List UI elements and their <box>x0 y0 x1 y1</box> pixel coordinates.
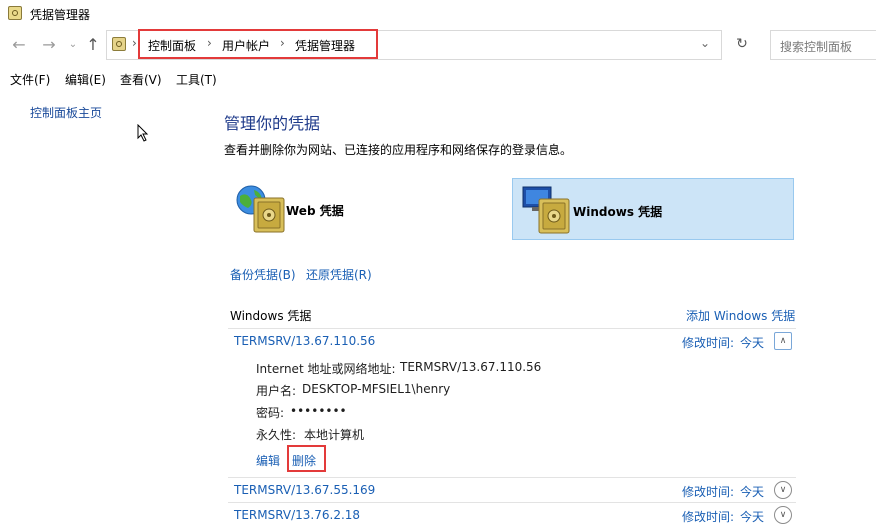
address-value: TERMSRV/13.67.110.56 <box>400 360 542 374</box>
edit-credential-link[interactable]: 编辑 <box>256 452 280 469</box>
restore-credentials-link[interactable]: 还原凭据(R) <box>306 266 372 283</box>
breadcrumb-separator: › <box>207 36 212 50</box>
divider <box>228 477 796 478</box>
username-value: DESKTOP-MFSIEL1\henry <box>302 382 451 396</box>
modified-label: 修改时间: <box>682 336 735 350</box>
expand-chevron-down-icon[interactable]: ∨ <box>774 506 792 524</box>
section-title: Windows 凭据 <box>230 309 312 323</box>
back-arrow-icon[interactable]: ← <box>10 36 28 54</box>
credential-name: TERMSRV/13.76.2.18 <box>234 508 361 522</box>
refresh-icon[interactable]: ↻ <box>730 30 754 58</box>
breadcrumb-separator: › <box>280 36 285 50</box>
collapse-chevron-up-icon[interactable]: ∧ <box>774 332 792 350</box>
breadcrumb-user-accounts[interactable]: 用户帐户 <box>222 37 270 54</box>
menu-view[interactable]: 查看(V) <box>120 71 162 88</box>
expand-chevron-down-icon[interactable]: ∨ <box>774 481 792 499</box>
up-arrow-icon[interactable]: ↑ <box>84 36 102 54</box>
page-description: 查看并删除你为网站、已连接的应用程序和网络保存的登录信息。 <box>224 143 573 157</box>
control-panel-home-link[interactable]: 控制面板主页 <box>30 104 102 121</box>
password-label: 密码: <box>256 406 285 420</box>
windows-credentials-label: Windows 凭据 <box>573 205 663 219</box>
control-panel-icon <box>112 37 126 51</box>
modified-value: 今天 <box>740 510 765 524</box>
credential-name: TERMSRV/13.67.110.56 <box>234 334 376 348</box>
credential-entry-header[interactable]: TERMSRV/13.67.110.56 修改时间: 今天 ∧ <box>228 330 796 350</box>
modified-label: 修改时间: <box>682 510 735 524</box>
windows-credentials-tile[interactable]: Windows 凭据 <box>512 178 794 240</box>
menu-file[interactable]: 文件(F) <box>10 71 50 88</box>
add-windows-credential-link[interactable]: 添加 Windows 凭据 <box>686 307 795 324</box>
divider <box>228 328 796 329</box>
credential-entry-header[interactable]: TERMSRV/13.76.2.18 修改时间: 今天 ∨ <box>228 504 796 526</box>
modified-value: 今天 <box>740 485 765 499</box>
credential-name: TERMSRV/13.67.55.169 <box>234 483 376 497</box>
monitor-vault-icon <box>522 186 570 234</box>
chevron-down-icon[interactable]: ⌄ <box>64 36 82 54</box>
search-input[interactable]: 搜索控制面板 <box>770 30 876 60</box>
page-title: 管理你的凭据 <box>224 114 321 133</box>
breadcrumb-control-panel[interactable]: 控制面板 <box>148 37 196 54</box>
username-label: 用户名: <box>256 384 297 398</box>
persistence-value: 本地计算机 <box>304 428 365 442</box>
delete-credential-link[interactable]: 删除 <box>292 452 316 469</box>
window-title: 凭据管理器 <box>30 8 91 22</box>
credential-manager-icon <box>8 6 22 20</box>
breadcrumb-separator: › <box>132 36 137 50</box>
forward-arrow-icon[interactable]: → <box>40 36 58 54</box>
mouse-cursor-icon <box>137 124 149 142</box>
modified-value: 今天 <box>740 336 765 350</box>
web-credentials-label: Web 凭据 <box>286 204 344 218</box>
modified-label: 修改时间: <box>682 485 735 499</box>
menu-bar: 文件(F) 编辑(E) 查看(V) 工具(T) <box>0 66 876 90</box>
menu-edit[interactable]: 编辑(E) <box>65 71 106 88</box>
menu-tools[interactable]: 工具(T) <box>176 71 217 88</box>
address-dropdown-icon[interactable]: ⌄ <box>700 36 710 50</box>
backup-credentials-link[interactable]: 备份凭据(B) <box>230 266 296 283</box>
persistence-label: 永久性: <box>256 428 297 442</box>
credential-entry-header[interactable]: TERMSRV/13.67.55.169 修改时间: 今天 ∨ <box>228 479 796 501</box>
divider <box>228 502 796 503</box>
web-credentials-tile[interactable]: Web 凭据 <box>230 178 500 240</box>
globe-vault-icon <box>236 185 285 233</box>
breadcrumb-credential-manager[interactable]: 凭据管理器 <box>295 37 355 54</box>
title-bar: 凭据管理器 <box>0 0 876 28</box>
address-label: Internet 地址或网络地址: <box>256 362 396 376</box>
password-value: •••••••• <box>290 404 347 418</box>
